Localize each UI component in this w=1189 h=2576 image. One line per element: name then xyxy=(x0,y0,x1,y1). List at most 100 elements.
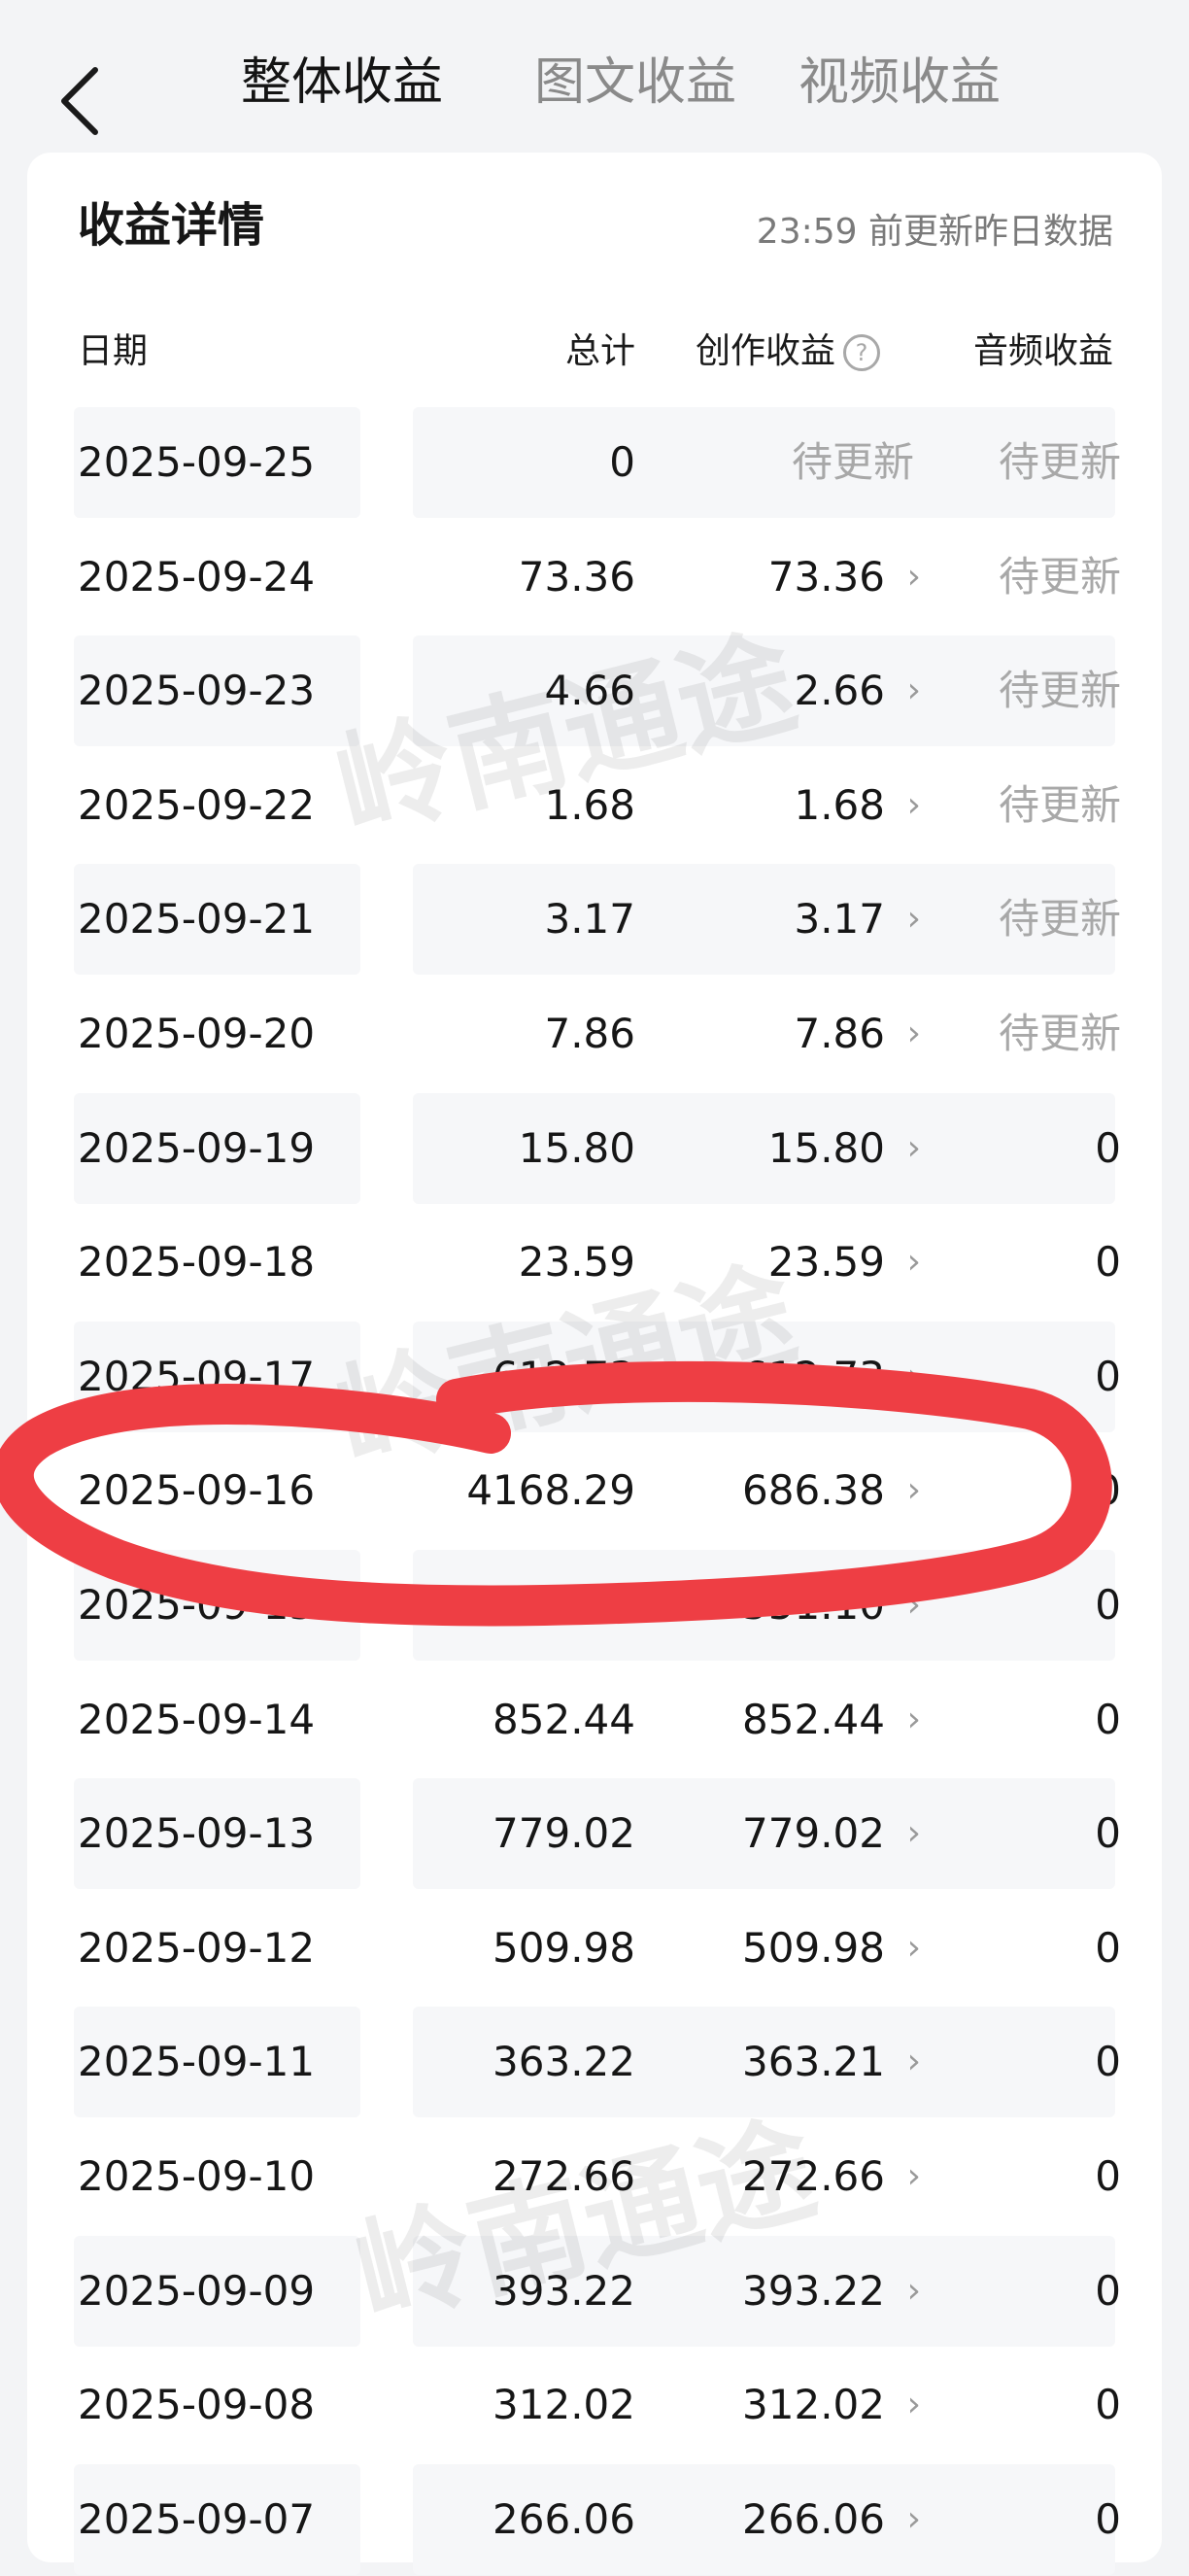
row-creation-earnings[interactable]: 3.17 xyxy=(794,862,885,977)
earnings-row[interactable]: 2025-09-19 15.80 15.80 0 › xyxy=(27,1091,1162,1206)
row-total: 1.68 xyxy=(544,780,635,829)
row-date: 2025-09-25 xyxy=(78,438,316,486)
chevron-right-icon[interactable]: › xyxy=(907,1548,921,1663)
column-header-date: 日期 xyxy=(78,331,149,371)
chevron-right-icon[interactable]: › xyxy=(907,748,921,863)
row-date: 2025-09-15 xyxy=(78,1580,316,1629)
row-creation-earnings[interactable]: 272.66 xyxy=(742,2119,885,2234)
row-creation-earnings[interactable]: 509.98 xyxy=(742,1891,885,2006)
chevron-right-icon[interactable]: › xyxy=(907,977,921,1091)
row-creation-earnings[interactable]: 15.80 xyxy=(768,1091,885,1206)
chevron-right-icon[interactable]: › xyxy=(907,862,921,977)
tab-video-earnings[interactable]: 视频收益 xyxy=(798,49,1001,117)
tab-overall-earnings[interactable]: 整体收益 xyxy=(241,49,443,117)
row-audio-earnings: 0 xyxy=(1095,2494,1121,2543)
earnings-row[interactable]: 2025-09-18 23.59 23.59 0 › xyxy=(27,1205,1162,1320)
row-creation-earnings[interactable]: 7.86 xyxy=(794,977,885,1091)
back-arrow-icon[interactable] xyxy=(56,66,107,136)
row-creation-earnings[interactable]: 2.66 xyxy=(794,634,885,748)
row-date: 2025-09-18 xyxy=(78,1238,316,1287)
earnings-row[interactable]: 2025-09-16 4168.29 686.38 0 › xyxy=(27,1433,1162,1548)
chevron-right-icon[interactable]: › xyxy=(907,2234,921,2349)
row-audio-earnings: 0 xyxy=(1095,1123,1121,1172)
row-total: 779.02 xyxy=(493,1809,635,1858)
chevron-right-icon[interactable]: › xyxy=(907,2462,921,2576)
chevron-right-icon[interactable]: › xyxy=(907,1663,921,1777)
row-audio-earnings: 0 xyxy=(1095,1238,1121,1287)
chevron-right-icon[interactable]: › xyxy=(907,634,921,748)
earnings-row[interactable]: 2025-09-24 73.36 73.36 待更新 › xyxy=(27,520,1162,635)
row-total: 363.22 xyxy=(493,2038,635,2086)
row-date: 2025-09-07 xyxy=(78,2494,316,2543)
row-creation-earnings[interactable]: 393.22 xyxy=(742,2234,885,2349)
chevron-right-icon[interactable]: › xyxy=(907,1091,921,1206)
row-audio-earnings: 待更新 xyxy=(998,667,1121,715)
row-total: 7.86 xyxy=(544,1009,635,1057)
row-date: 2025-09-16 xyxy=(78,1466,316,1515)
row-creation-earnings[interactable]: 266.06 xyxy=(742,2462,885,2576)
row-creation-earnings[interactable]: 779.02 xyxy=(742,1776,885,1891)
row-creation-earnings[interactable]: 612.73 xyxy=(742,1320,885,1434)
earnings-row[interactable]: 2025-09-21 3.17 3.17 待更新 › xyxy=(27,862,1162,977)
row-total: 393.22 xyxy=(493,2266,635,2315)
earnings-row[interactable]: 2025-09-15 551.10 551.10 0 › xyxy=(27,1548,1162,1663)
row-creation-earnings[interactable]: 23.59 xyxy=(768,1205,885,1320)
row-audio-earnings: 待更新 xyxy=(998,438,1121,486)
earnings-detail-card: 收益详情 23:59 前更新昨日数据 日期 总计 创作收益? 音频收益 2025… xyxy=(27,153,1162,2575)
card-title: 收益详情 xyxy=(78,198,265,253)
earnings-row[interactable]: 2025-09-07 266.06 266.06 0 › xyxy=(27,2462,1162,2576)
chevron-right-icon[interactable]: › xyxy=(907,1433,921,1548)
row-date: 2025-09-24 xyxy=(78,552,316,601)
row-total: 852.44 xyxy=(493,1695,635,1743)
earnings-row[interactable]: 2025-09-23 4.66 2.66 待更新 › xyxy=(27,634,1162,748)
earnings-row[interactable]: 2025-09-22 1.68 1.68 待更新 › xyxy=(27,748,1162,863)
earnings-row[interactable]: 2025-09-09 393.22 393.22 0 › xyxy=(27,2234,1162,2349)
row-total: 272.66 xyxy=(493,2151,635,2200)
earnings-row[interactable]: 2025-09-08 312.02 312.02 0 › xyxy=(27,2348,1162,2462)
row-creation-earnings[interactable]: 686.38 xyxy=(742,1433,885,1548)
row-total: 0 xyxy=(609,438,635,486)
row-creation-earnings[interactable]: 73.36 xyxy=(768,520,885,635)
tab-article-earnings[interactable]: 图文收益 xyxy=(534,49,736,117)
earnings-row[interactable]: 2025-09-12 509.98 509.98 0 › xyxy=(27,1891,1162,2006)
update-note: 23:59 前更新昨日数据 xyxy=(756,212,1113,252)
earnings-row[interactable]: 2025-09-25 0 待更新 待更新 xyxy=(27,405,1162,520)
row-date: 2025-09-19 xyxy=(78,1123,316,1172)
row-total: 15.80 xyxy=(518,1123,635,1172)
earnings-row[interactable]: 2025-09-11 363.22 363.21 0 › xyxy=(27,2005,1162,2119)
chevron-right-icon[interactable]: › xyxy=(907,2005,921,2119)
row-audio-earnings: 0 xyxy=(1095,2038,1121,2086)
chevron-right-icon[interactable]: › xyxy=(907,2119,921,2234)
row-creation-earnings: 待更新 xyxy=(791,438,914,486)
chevron-right-icon[interactable]: › xyxy=(907,520,921,635)
earnings-row[interactable]: 2025-09-13 779.02 779.02 0 › xyxy=(27,1776,1162,1891)
earnings-row[interactable]: 2025-09-17 612.73 612.73 0 › xyxy=(27,1320,1162,1434)
earnings-table: 2025-09-25 0 待更新 待更新 2025-09-24 73.36 73… xyxy=(27,405,1162,2576)
chevron-right-icon[interactable]: › xyxy=(907,1205,921,1320)
chevron-right-icon[interactable]: › xyxy=(907,1776,921,1891)
row-audio-earnings: 0 xyxy=(1095,1352,1121,1400)
row-creation-earnings[interactable]: 363.21 xyxy=(742,2005,885,2119)
earnings-row[interactable]: 2025-09-20 7.86 7.86 待更新 › xyxy=(27,977,1162,1091)
chevron-right-icon[interactable]: › xyxy=(907,1891,921,2006)
row-creation-earnings[interactable]: 551.10 xyxy=(742,1548,885,1663)
row-audio-earnings: 0 xyxy=(1095,1809,1121,1858)
chevron-right-icon[interactable]: › xyxy=(907,1320,921,1434)
row-creation-earnings[interactable]: 852.44 xyxy=(742,1663,885,1777)
row-audio-earnings: 0 xyxy=(1095,2266,1121,2315)
row-total: 551.10 xyxy=(493,1580,635,1629)
row-date: 2025-09-23 xyxy=(78,667,316,715)
row-audio-earnings: 待更新 xyxy=(998,552,1121,601)
help-question-icon[interactable]: ? xyxy=(843,334,880,371)
row-creation-earnings[interactable]: 1.68 xyxy=(794,748,885,863)
row-creation-earnings[interactable]: 312.02 xyxy=(742,2348,885,2462)
row-audio-earnings: 待更新 xyxy=(998,1009,1121,1057)
row-date: 2025-09-09 xyxy=(78,2266,316,2315)
row-audio-earnings: 0 xyxy=(1095,1695,1121,1743)
row-date: 2025-09-13 xyxy=(78,1809,316,1858)
top-navigation-bar: 整体收益 图文收益 视频收益 xyxy=(0,0,1189,155)
earnings-row[interactable]: 2025-09-14 852.44 852.44 0 › xyxy=(27,1663,1162,1777)
row-date: 2025-09-11 xyxy=(78,2038,316,2086)
chevron-right-icon[interactable]: › xyxy=(907,2348,921,2462)
earnings-row[interactable]: 2025-09-10 272.66 272.66 0 › xyxy=(27,2119,1162,2234)
